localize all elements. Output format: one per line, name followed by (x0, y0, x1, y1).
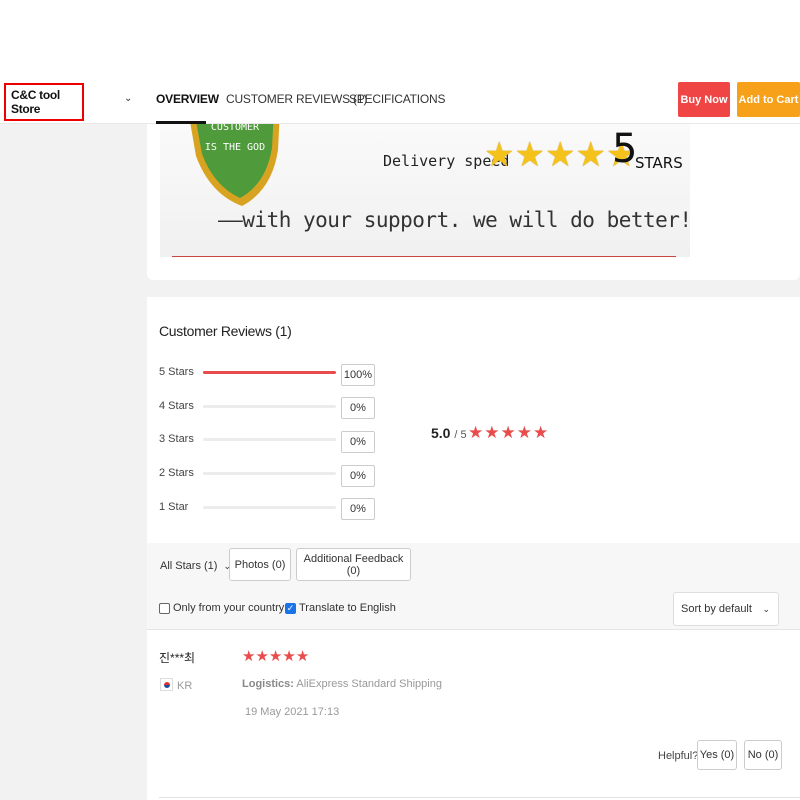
reviewer-country: KR (177, 680, 193, 692)
helpful-no-button[interactable]: No (0) (744, 740, 782, 770)
rating-percent-5: 100% (341, 364, 375, 386)
reviewer-name: 진***최 (159, 651, 196, 665)
translate-label: Translate to English (299, 602, 396, 614)
badge-line-1: CUSTOMER (210, 124, 260, 133)
review-date: 19 May 2021 17:13 (245, 706, 340, 718)
gold-star-icon: ★ (484, 136, 515, 174)
only-country-label: Only from your country (173, 602, 285, 614)
average-rating-max: / 5 (454, 429, 467, 441)
star-icon: ★ (500, 423, 516, 442)
banner-slogan: ——with your support. we will do better!—… (218, 208, 690, 232)
helpful-label: Helpful? (658, 750, 699, 762)
rating-percent-4: 0% (341, 397, 375, 419)
translate-checkbox[interactable]: ✓ (285, 602, 296, 614)
rating-label-4: 4 Stars (159, 400, 194, 412)
rating-bar-5 (203, 371, 336, 374)
rating-label-5: 5 Stars (159, 366, 194, 378)
helpful-yes-button[interactable]: Yes (0) (697, 740, 737, 770)
rating-bar-3 (203, 438, 336, 441)
gold-star-icon: ★ (544, 136, 576, 174)
all-stars-dropdown[interactable]: All Stars (1) ⌄ (160, 560, 231, 572)
rating-label-2: 2 Stars (159, 467, 194, 479)
badge-line-2: IS THE GOD (204, 142, 266, 153)
only-country-checkbox-row[interactable]: Only from your country (159, 602, 284, 614)
rating-label-3: 3 Stars (159, 433, 194, 445)
chevron-down-icon: ⌄ (762, 604, 770, 614)
star-icon: ★ (516, 423, 532, 442)
rating-bar-1 (203, 506, 336, 509)
average-rating-value: 5.0 (431, 425, 451, 441)
divider (159, 797, 800, 798)
star-icon: ★ (484, 423, 500, 442)
star-count-number: 5 (612, 126, 638, 172)
only-country-checkbox[interactable] (159, 602, 170, 614)
star-icon: ★ (255, 648, 269, 665)
average-star-rating: ★ ★ ★ ★ ★ (468, 424, 548, 441)
buy-now-button[interactable]: Buy Now (678, 82, 730, 117)
rating-label-1: 1 Star (159, 501, 189, 513)
tab-overview[interactable]: OVERVIEW (156, 92, 219, 106)
tab-specifications[interactable]: SPECIFICATIONS (349, 92, 446, 106)
chevron-down-icon[interactable]: ⌄ (124, 93, 132, 104)
logistics-info: Logistics: AliExpress Standard Shipping (242, 678, 442, 690)
sort-select[interactable]: Sort by default ⌄ (673, 592, 779, 626)
additional-feedback-filter-button[interactable]: Additional Feedback (0) (296, 548, 411, 581)
store-promo-banner: CUSTOMER IS THE GOD Delivery speed ★ ★ ★… (160, 124, 690, 257)
photos-filter-button[interactable]: Photos (0) (229, 548, 291, 581)
rating-bar-4 (203, 405, 336, 408)
korea-flag-icon (160, 678, 173, 691)
reviews-title: Customer Reviews (1) (159, 323, 292, 339)
star-icon: ★ (282, 648, 296, 665)
rating-percent-2: 0% (341, 465, 375, 487)
star-icon: ★ (468, 423, 484, 442)
sort-value: Sort by default (681, 603, 752, 615)
gold-star-icon: ★ (575, 136, 606, 174)
star-count-word: STARS (635, 154, 683, 172)
logistics-label: Logistics: (242, 678, 294, 690)
rating-bar-2 (203, 472, 336, 475)
gold-star-icon: ★ (514, 136, 545, 174)
rating-percent-3: 0% (341, 431, 375, 453)
tab-customer-reviews[interactable]: CUSTOMER REVIEWS (1) (226, 92, 367, 106)
add-to-cart-button[interactable]: Add to Cart (737, 82, 800, 117)
top-whitespace (0, 0, 800, 80)
rating-percent-1: 0% (341, 498, 375, 520)
star-icon: ★ (533, 423, 549, 442)
average-rating: 5.0 / 5 (431, 425, 467, 441)
star-icon: ★ (242, 648, 256, 665)
store-name: C&C tool Store (11, 88, 60, 116)
star-icon: ★ (295, 648, 310, 665)
review-star-rating: ★ ★ ★ ★ ★ (242, 649, 309, 664)
rating-bar-fill (203, 371, 336, 374)
translate-checkbox-row[interactable]: ✓ Translate to English (285, 602, 396, 614)
logistics-value: AliExpress Standard Shipping (296, 678, 442, 690)
star-icon: ★ (268, 648, 283, 665)
divider (172, 256, 676, 257)
store-name-selector[interactable]: C&C tool Store (4, 83, 84, 121)
all-stars-label: All Stars (1) (160, 560, 218, 572)
